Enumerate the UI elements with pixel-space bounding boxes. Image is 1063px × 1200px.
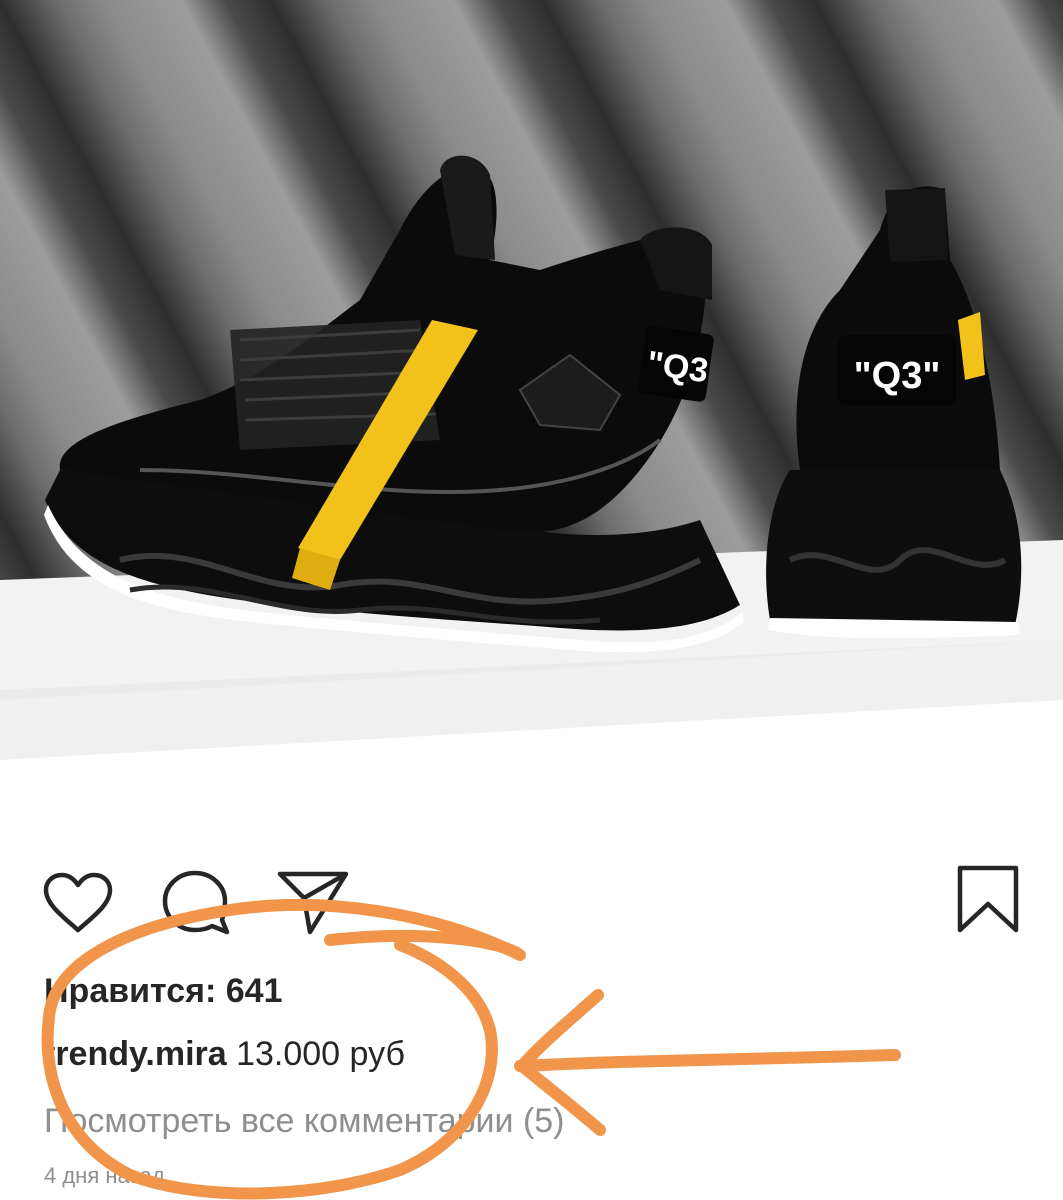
caption-text: 13.000 руб bbox=[226, 1035, 405, 1073]
arrow-annotation bbox=[514, 1049, 901, 1072]
likes-count[interactable]: Нравится: 641 bbox=[44, 972, 282, 1011]
left-shoe bbox=[44, 155, 744, 653]
share-button[interactable] bbox=[276, 870, 350, 936]
post-timestamp: 4 дня назад bbox=[44, 1163, 165, 1188]
comment-icon bbox=[162, 870, 230, 935]
sneaker-photo: "Q3" "Q3 bbox=[0, 155, 1063, 832]
like-button[interactable] bbox=[42, 872, 114, 936]
bookmark-icon bbox=[957, 865, 1019, 933]
comment-button[interactable] bbox=[160, 870, 232, 936]
caption-username[interactable]: trendy.mira bbox=[44, 1035, 227, 1073]
heart-icon bbox=[43, 872, 113, 933]
view-all-comments-link[interactable]: Посмотреть все комментарии (5) bbox=[44, 1102, 565, 1141]
post-caption: trendy.mira 13.000 руб bbox=[44, 1035, 405, 1074]
save-button[interactable] bbox=[956, 864, 1020, 936]
heel-badge-text: "Q3" bbox=[854, 355, 941, 397]
send-icon bbox=[277, 871, 349, 935]
right-shoe: "Q3" bbox=[766, 186, 1022, 639]
post-image[interactable]: "Q3" "Q3 bbox=[0, 0, 1063, 832]
